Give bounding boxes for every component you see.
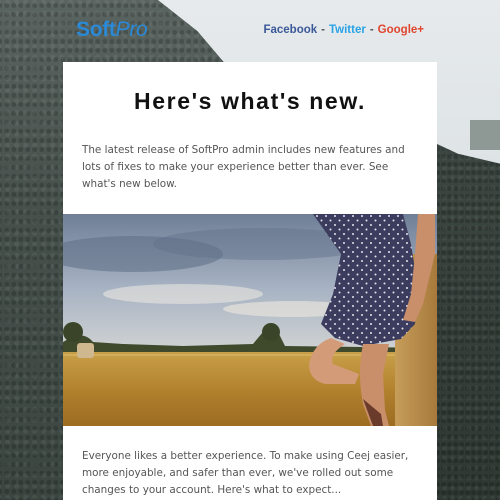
separator: - [321, 24, 325, 36]
separator: - [369, 24, 374, 36]
body-paragraph: Everyone likes a better experience. To m… [82, 450, 409, 496]
google-plus-link[interactable]: Google+ [378, 24, 424, 36]
twitter-link[interactable]: Twitter [329, 24, 366, 36]
hero-image [63, 214, 437, 426]
intro-paragraph: The latest release of SoftPro admin incl… [82, 144, 405, 190]
hero-photo [63, 214, 437, 426]
card-title: Here's what's new. [134, 88, 366, 114]
distant-hill [470, 120, 500, 150]
logo-light-part: Pro [115, 18, 148, 41]
logo-bold-part: Soft [76, 18, 116, 41]
facebook-link[interactable]: Facebook [263, 24, 317, 36]
newsletter-card: Here's what's new. The latest release of… [63, 62, 437, 500]
social-links: Facebook - Twitter - Google+ [263, 24, 424, 36]
softpro-logo[interactable]: SoftPro [76, 18, 148, 42]
